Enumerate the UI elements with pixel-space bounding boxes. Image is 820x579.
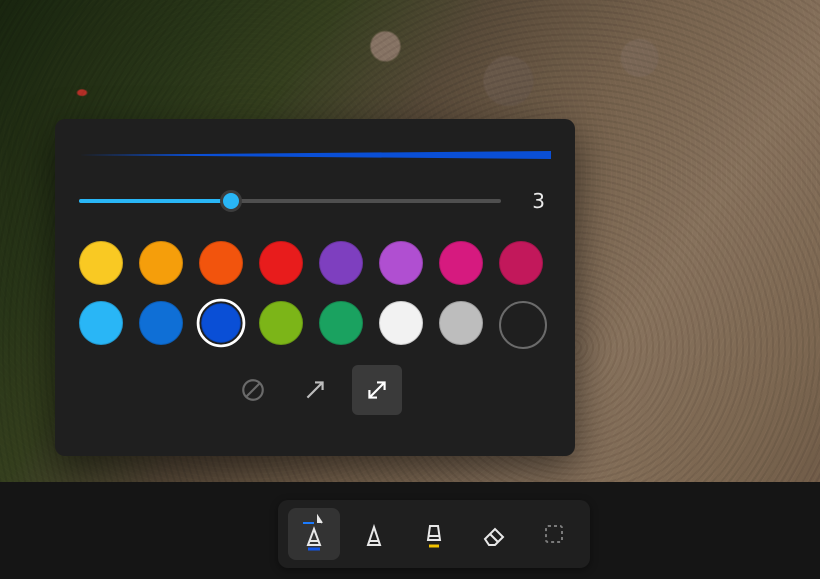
color-swatch-azure[interactable] [139, 301, 183, 345]
color-swatch-grey[interactable] [439, 301, 483, 345]
color-swatch-magenta[interactable] [439, 241, 483, 285]
slider-fill [79, 199, 231, 203]
color-swatches [79, 241, 553, 345]
color-swatch-deep-orange[interactable] [199, 241, 243, 285]
arrow-none-button[interactable] [228, 365, 278, 415]
tool-eraser[interactable] [468, 508, 520, 560]
thickness-slider[interactable] [79, 190, 501, 212]
color-swatch-lime[interactable] [259, 301, 303, 345]
arrow-double-button[interactable] [352, 365, 402, 415]
tool-pencil[interactable] [348, 508, 400, 560]
color-swatch-none[interactable] [499, 301, 547, 349]
tool-pen[interactable] [288, 508, 340, 560]
color-swatch-orange[interactable] [139, 241, 183, 285]
tool-crop[interactable] [528, 508, 580, 560]
tool-highlighter[interactable] [408, 508, 460, 560]
slider-thumb[interactable] [220, 190, 242, 212]
arrow-style-row [77, 365, 553, 415]
color-swatch-purple[interactable] [379, 241, 423, 285]
color-swatch-violet[interactable] [319, 241, 363, 285]
color-swatch-sky[interactable] [79, 301, 123, 345]
color-swatch-green[interactable] [319, 301, 363, 345]
color-swatch-yellow[interactable] [79, 241, 123, 285]
color-swatch-red[interactable] [259, 241, 303, 285]
stroke-preview [79, 147, 551, 163]
color-swatch-blue[interactable] [201, 303, 241, 343]
arrow-single-button[interactable] [290, 365, 340, 415]
thickness-value: 3 [523, 189, 545, 213]
tool-group [278, 500, 590, 568]
pen-settings-panel: 3 [55, 119, 575, 456]
color-swatch-crimson[interactable] [499, 241, 543, 285]
drawing-toolbar [0, 482, 820, 579]
color-swatch-white[interactable] [379, 301, 423, 345]
